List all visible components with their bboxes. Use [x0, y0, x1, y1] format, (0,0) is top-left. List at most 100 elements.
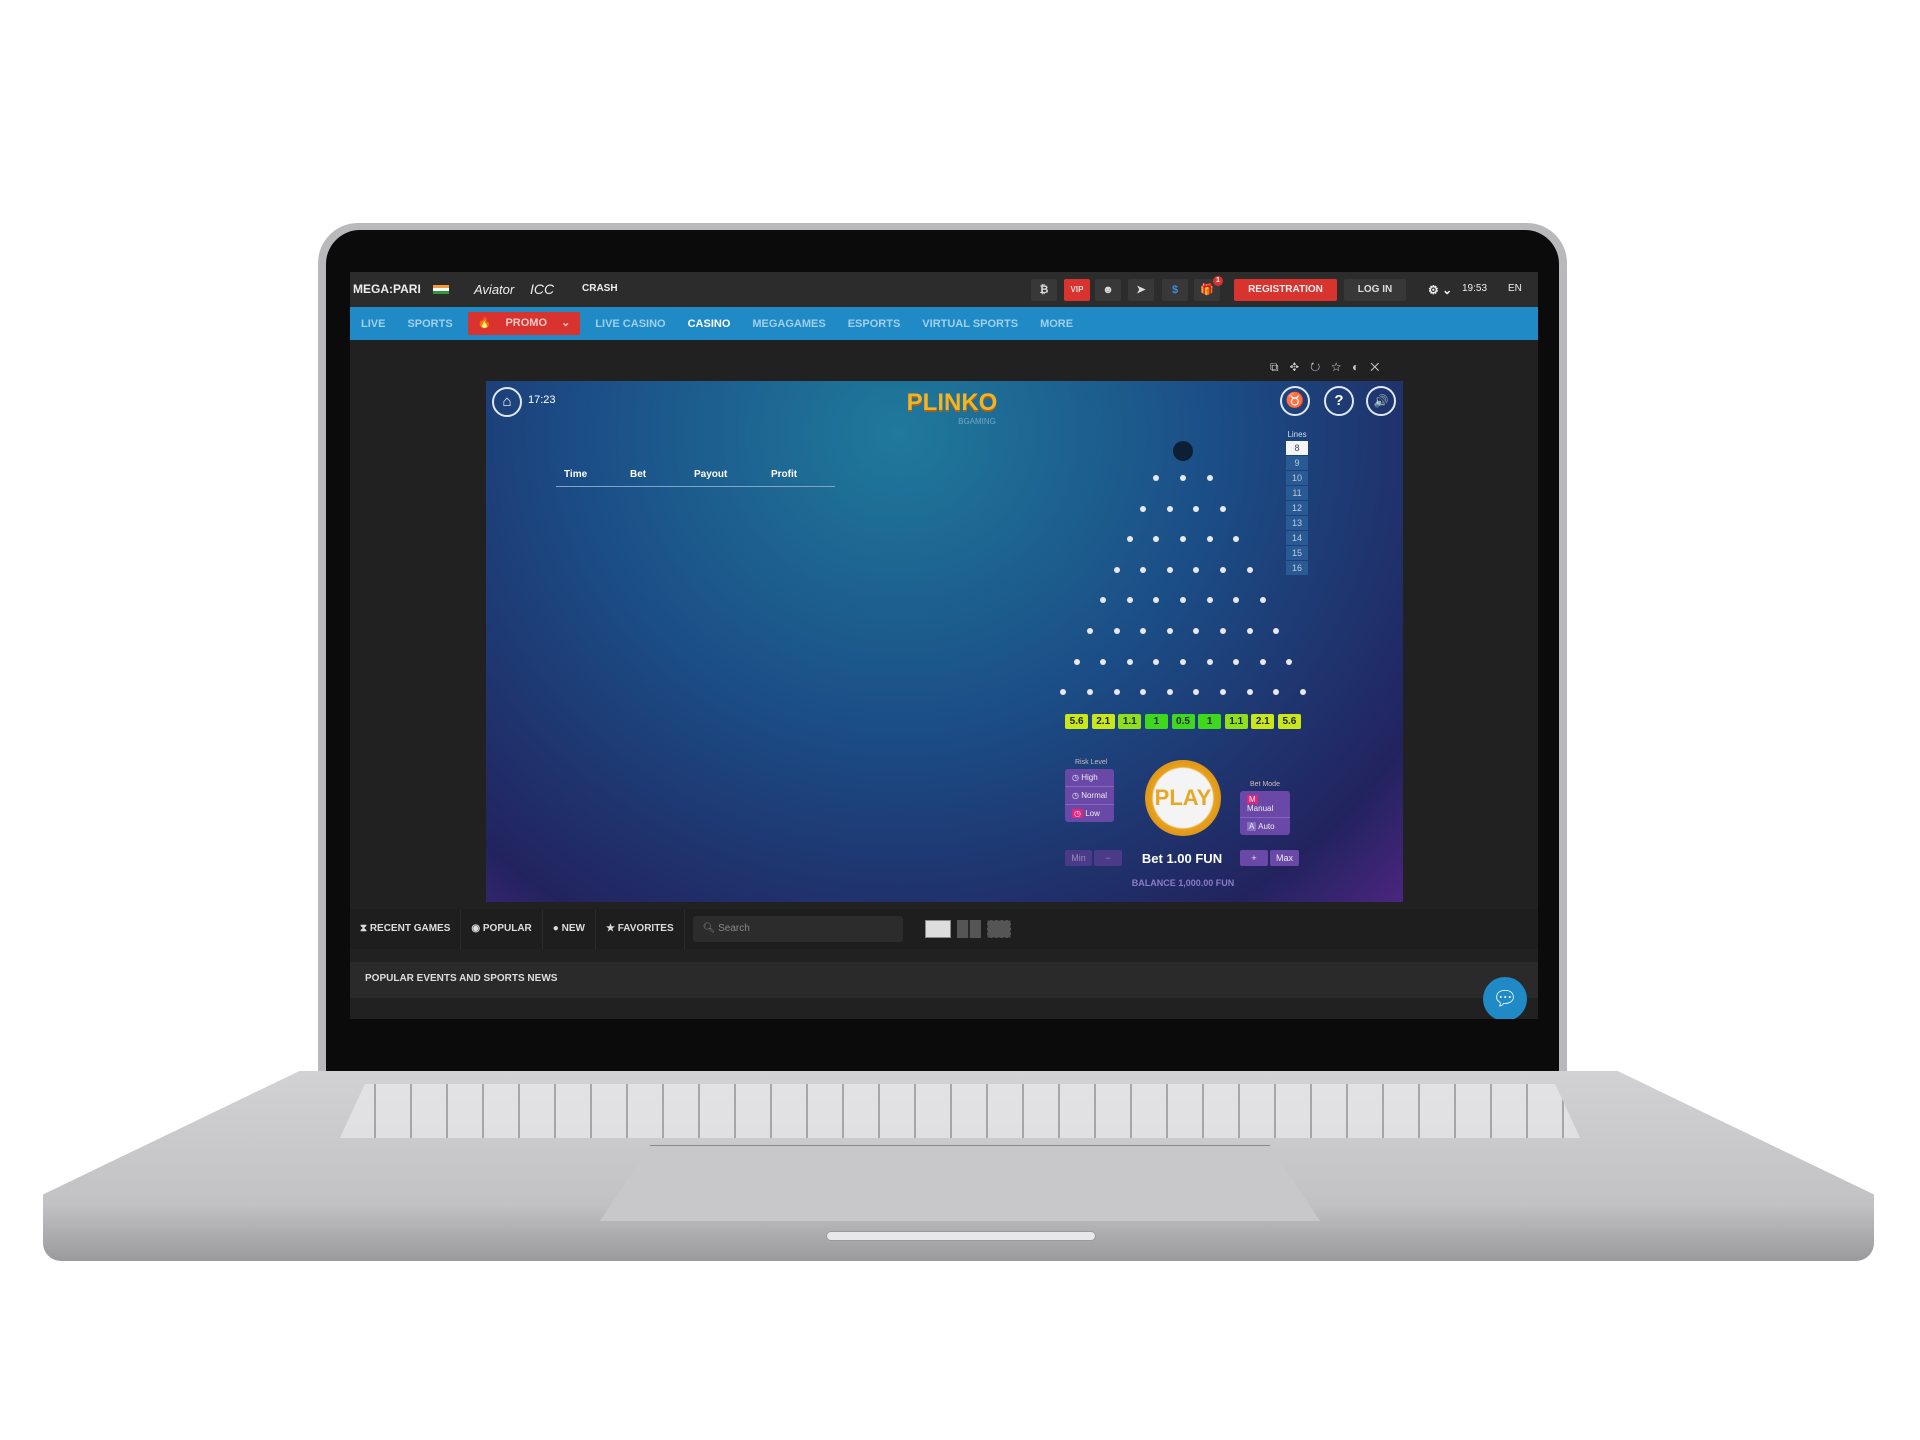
peg — [1180, 475, 1186, 481]
nav-virtual-sports[interactable]: VIRTUAL SPORTS — [911, 318, 1029, 330]
nav-esports[interactable]: ESPORTS — [837, 318, 912, 330]
bet-mode-label: Bet Mode — [1250, 781, 1280, 788]
lines-option-13[interactable]: 13 — [1286, 516, 1308, 530]
close-icon[interactable]: ✕ — [1370, 360, 1390, 374]
gift-icon[interactable]: 🎁 1 — [1194, 276, 1223, 301]
lines-option-16[interactable]: 16 — [1286, 561, 1308, 575]
risk-high[interactable]: ◷ High — [1065, 769, 1114, 787]
chat-icon[interactable]: 💬︎ — [1483, 977, 1527, 1019]
nav-casino[interactable]: CASINO — [677, 318, 742, 330]
tab-popular[interactable]: ◉ POPULAR — [461, 909, 543, 949]
achievements-medal-icon[interactable]: ♉ — [1280, 386, 1310, 416]
risk-normal[interactable]: ◷ Normal — [1065, 787, 1114, 805]
tab-favorites[interactable]: ★ FAVORITES — [596, 909, 685, 949]
sound-icon[interactable]: 🔊 — [1366, 386, 1396, 416]
move-icon[interactable]: ✥ — [1290, 360, 1310, 374]
peg — [1086, 689, 1093, 696]
tab-new[interactable]: ● NEW — [543, 909, 596, 949]
tab-new-label: NEW — [561, 923, 585, 934]
view-double-icon[interactable] — [956, 920, 981, 938]
tab-recent-games[interactable]: ⧗ RECENT GAMES — [350, 909, 462, 949]
min-bet-button[interactable]: Min — [1065, 850, 1092, 866]
multiplier-slot: 5.6 — [1277, 714, 1301, 729]
decrease-bet-button[interactable]: − — [1094, 850, 1122, 866]
risk-low[interactable]: ◷ Low — [1065, 805, 1114, 822]
login-button[interactable]: LOG IN — [1344, 279, 1406, 301]
time-dropdown[interactable]: 19:53 — [1462, 283, 1487, 294]
lines-label: Lines — [1287, 430, 1307, 439]
dollar-icon[interactable]: $ — [1162, 279, 1188, 301]
peg — [1233, 536, 1240, 543]
bet-mode-auto-label: Auto — [1258, 822, 1275, 831]
multiplier-slot: 0.5 — [1171, 714, 1195, 729]
peg — [1180, 597, 1186, 604]
game-clock: 17:23 — [528, 394, 556, 406]
nav-promo[interactable]: 🔥 PROMO ⌄ — [467, 312, 581, 335]
peg — [1259, 597, 1266, 604]
vip-icon[interactable]: VIP — [1064, 279, 1090, 301]
help-icon[interactable]: ? — [1324, 386, 1354, 416]
aviator-logo[interactable]: Aviator — [474, 282, 514, 297]
tab-popular-label: POPULAR — [482, 923, 532, 934]
tab-recent-games-label: RECENT GAMES — [369, 923, 451, 934]
max-bet-button[interactable]: Max — [1270, 850, 1299, 866]
nav-live[interactable]: LIVE — [350, 318, 396, 330]
screen: MEGA:PARI Aviator ICC CRASH ₿ VIP ☻ ➤ $ … — [350, 272, 1538, 1019]
reload-icon[interactable]: ↻ — [1310, 360, 1331, 374]
telegram-icon[interactable]: ➤ — [1128, 279, 1154, 301]
peg — [1166, 566, 1173, 573]
icc-logo[interactable]: ICC — [530, 281, 554, 297]
nav-megagames[interactable]: MEGAGAMES — [741, 318, 836, 330]
crash-logo[interactable]: CRASH — [582, 283, 618, 294]
game-title: PLINKO — [906, 389, 998, 416]
nav-sports[interactable]: SPORTS — [396, 318, 463, 330]
bet-mode-manual-label: Manual — [1247, 804, 1274, 813]
bet-mode-manual[interactable]: M Manual — [1240, 791, 1290, 818]
lines-option-10[interactable]: 10 — [1286, 471, 1308, 485]
peg — [1246, 689, 1253, 696]
search-icon: 🔍︎ — [702, 923, 716, 934]
brand-logo[interactable]: MEGA:PARI — [353, 282, 421, 296]
peg — [1286, 658, 1293, 665]
hourglass-icon: ⧗ — [360, 923, 368, 934]
theater-mode-icon[interactable]: ◐ — [1352, 360, 1370, 374]
main-nav: LIVE SPORTS 🔥 PROMO ⌄ LIVE CASINO CASINO… — [350, 307, 1538, 340]
lines-selector: Lines 8 9 10 11 12 13 14 15 16 — [1286, 430, 1308, 576]
registration-button[interactable]: REGISTRATION — [1234, 279, 1337, 301]
provider-logo: BGAMING — [958, 417, 996, 426]
search-input[interactable]: 🔍︎ Search — [692, 916, 903, 942]
bet-amount: Bet 1.00 FUN — [1141, 851, 1223, 866]
nav-more[interactable]: MORE — [1029, 318, 1084, 330]
open-external-icon[interactable]: ⧉ — [1270, 360, 1290, 374]
risk-normal-label: Normal — [1081, 791, 1107, 800]
bet-mode-auto[interactable]: A Auto — [1240, 818, 1290, 835]
lines-option-14[interactable]: 14 — [1286, 531, 1308, 545]
home-icon[interactable]: ⌂ — [492, 387, 522, 417]
peg — [1166, 628, 1173, 634]
peg — [1126, 597, 1133, 604]
favorite-star-icon[interactable]: ☆ — [1331, 360, 1352, 374]
settings-gear-icon[interactable]: ⚙ ⌄ — [1428, 283, 1452, 297]
nav-promo-label: PROMO — [505, 317, 548, 329]
peg — [1273, 689, 1280, 696]
view-single-icon[interactable] — [924, 920, 951, 938]
increase-bet-button[interactable]: + — [1240, 850, 1268, 866]
view-grid-icon[interactable] — [986, 920, 1011, 938]
lines-option-12[interactable]: 12 — [1286, 501, 1308, 515]
nav-live-casino[interactable]: LIVE CASINO — [584, 318, 676, 330]
risk-low-label: Low — [1085, 809, 1100, 818]
bitcoin-icon[interactable]: ₿ — [1031, 279, 1057, 301]
india-flag-icon — [433, 285, 449, 294]
language-dropdown[interactable]: EN — [1508, 283, 1522, 294]
peg — [1180, 658, 1186, 665]
agent-icon[interactable]: ☻ — [1095, 279, 1121, 301]
play-button[interactable]: PLAY — [1145, 760, 1221, 836]
lines-option-8[interactable]: 8 — [1286, 441, 1308, 455]
peg — [1206, 658, 1213, 665]
lines-option-15[interactable]: 15 — [1286, 546, 1308, 560]
lines-option-9[interactable]: 9 — [1286, 456, 1308, 470]
lines-option-11[interactable]: 11 — [1286, 486, 1308, 500]
peg — [1100, 597, 1107, 604]
peg — [1113, 689, 1120, 696]
peg — [1126, 658, 1133, 665]
